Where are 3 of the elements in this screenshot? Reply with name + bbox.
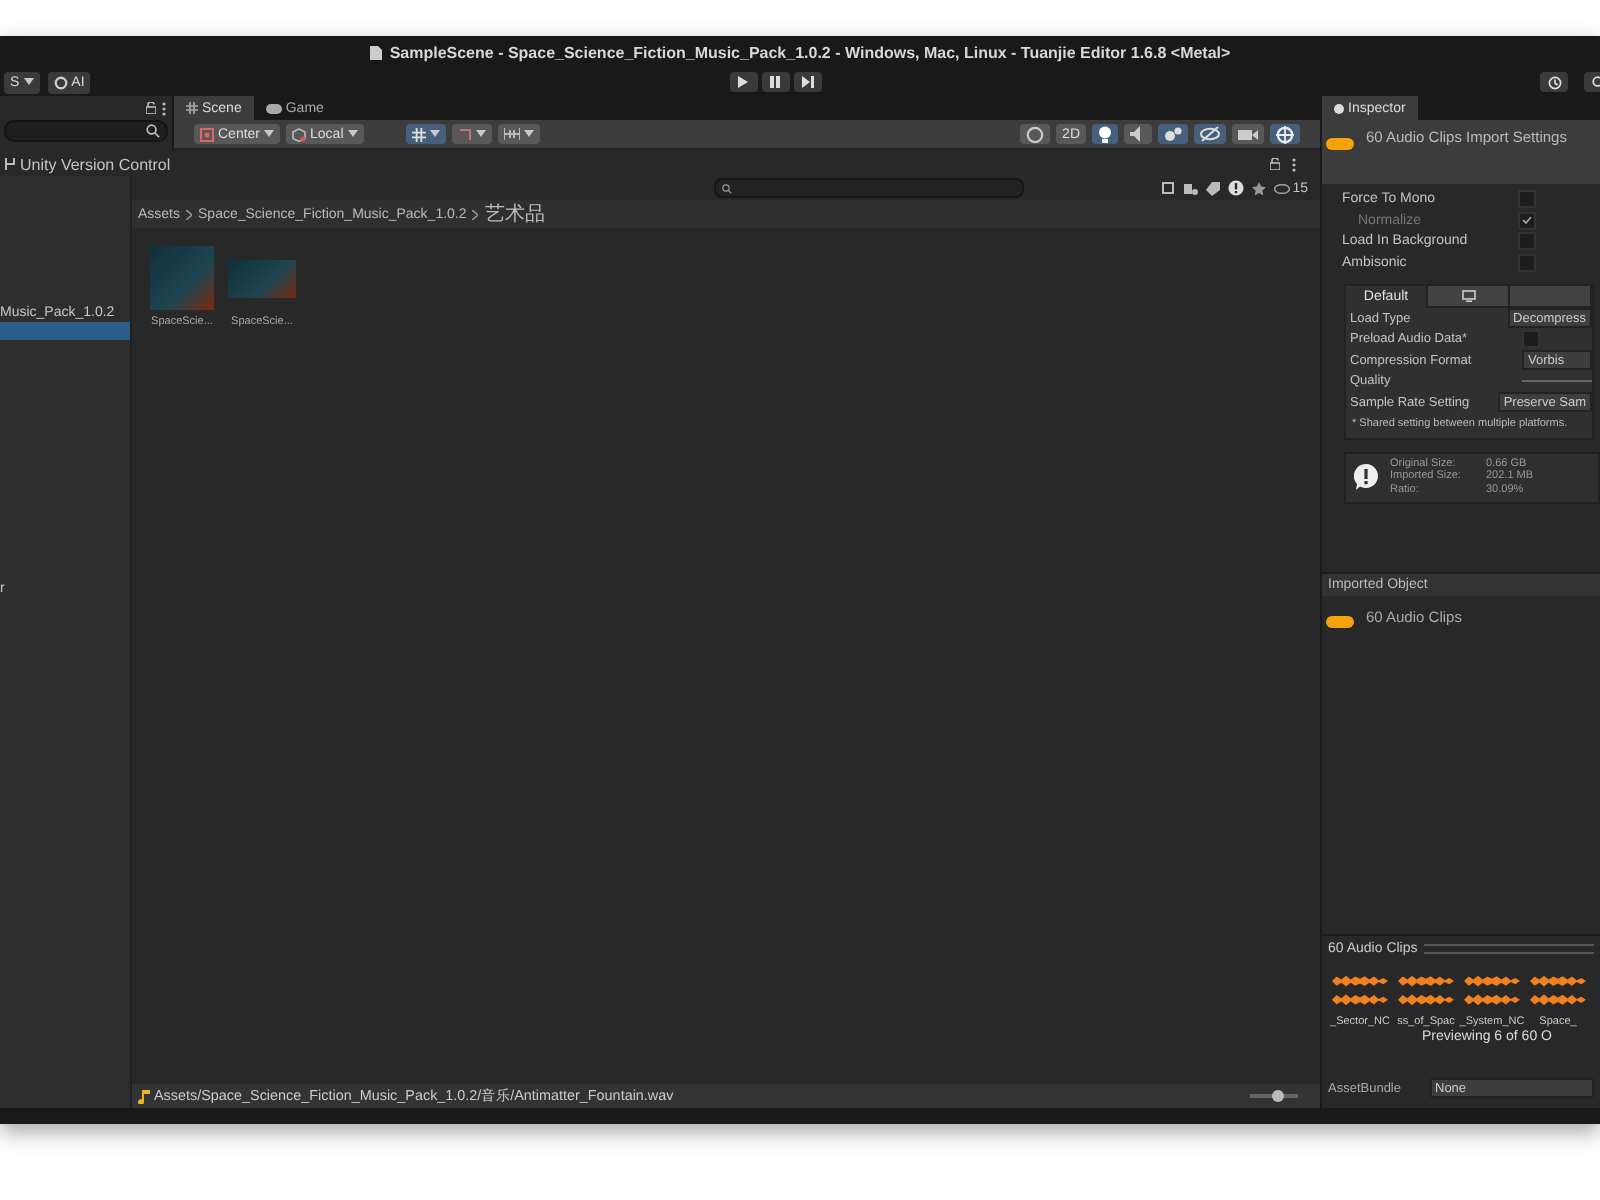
breadcrumb-link[interactable]: 艺术品 (484, 200, 545, 228)
window-title: SampleScene - Space_Science_Fiction_Music_Pack_1.0.2 - Windows, Mac, Linux - Tuanjie Editor 1.6.8 <Metal> (389, 43, 1231, 61)
version-control-label[interactable]: Unity Version Control (20, 155, 171, 173)
